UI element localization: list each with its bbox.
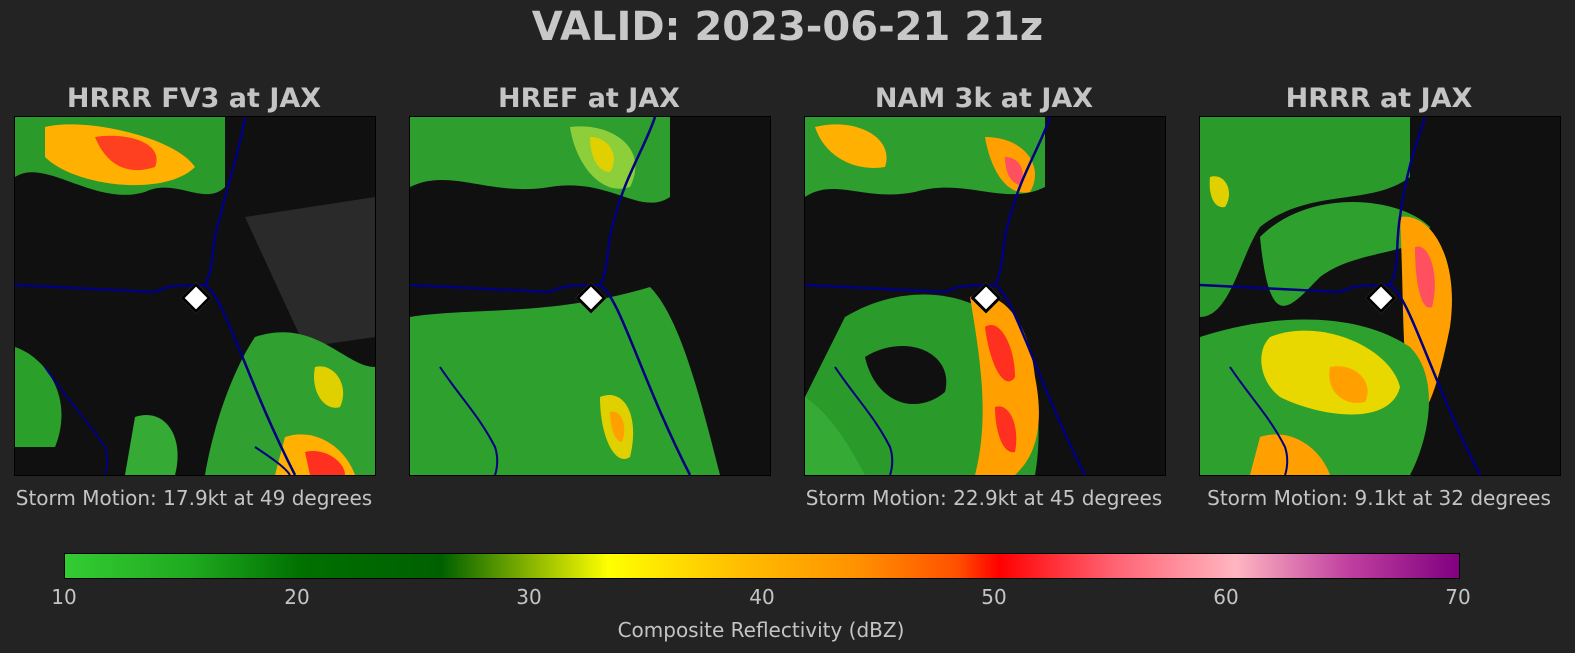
reflectivity-map	[804, 116, 1166, 476]
panel-title: HREF at JAX	[498, 83, 680, 114]
panel-title: NAM 3k at JAX	[874, 83, 1094, 114]
panel-title: HRRR FV3 at JAX	[66, 83, 322, 114]
reflectivity-map	[1199, 116, 1561, 476]
colorbar-tick: 10	[51, 585, 77, 609]
panel-title: HRRR at JAX	[1285, 83, 1473, 114]
storm-motion-label: Storm Motion: 9.1kt at 32 degrees	[1207, 486, 1551, 510]
valid-time-title: VALID: 2023-06-21 21z	[531, 4, 1044, 50]
storm-motion-label: Storm Motion: 22.9kt at 45 degrees	[805, 486, 1163, 510]
colorbar-tick: 60	[1213, 585, 1239, 609]
reflectivity-map	[409, 116, 771, 476]
colorbar-label: Composite Reflectivity (dBZ)	[617, 618, 905, 642]
panel-hrrr-fv3: HRRR FV3 at JAX	[14, 82, 376, 476]
panel-nam-3k: NAM 3k at JAX	[804, 82, 1166, 476]
colorbar-tick: 20	[284, 585, 310, 609]
panel-href: HREF at JAX	[409, 82, 771, 476]
reflectivity-map	[14, 116, 376, 476]
panel-hrrr: HRRR at JAX	[1199, 82, 1561, 476]
colorbar-tick: 40	[749, 585, 775, 609]
colorbar-tick: 50	[981, 585, 1007, 609]
reflectivity-colorbar	[64, 553, 1460, 579]
colorbar-tick: 30	[516, 585, 542, 609]
storm-motion-label: Storm Motion: 17.9kt at 49 degrees	[15, 486, 373, 510]
colorbar-tick: 70	[1445, 585, 1471, 609]
